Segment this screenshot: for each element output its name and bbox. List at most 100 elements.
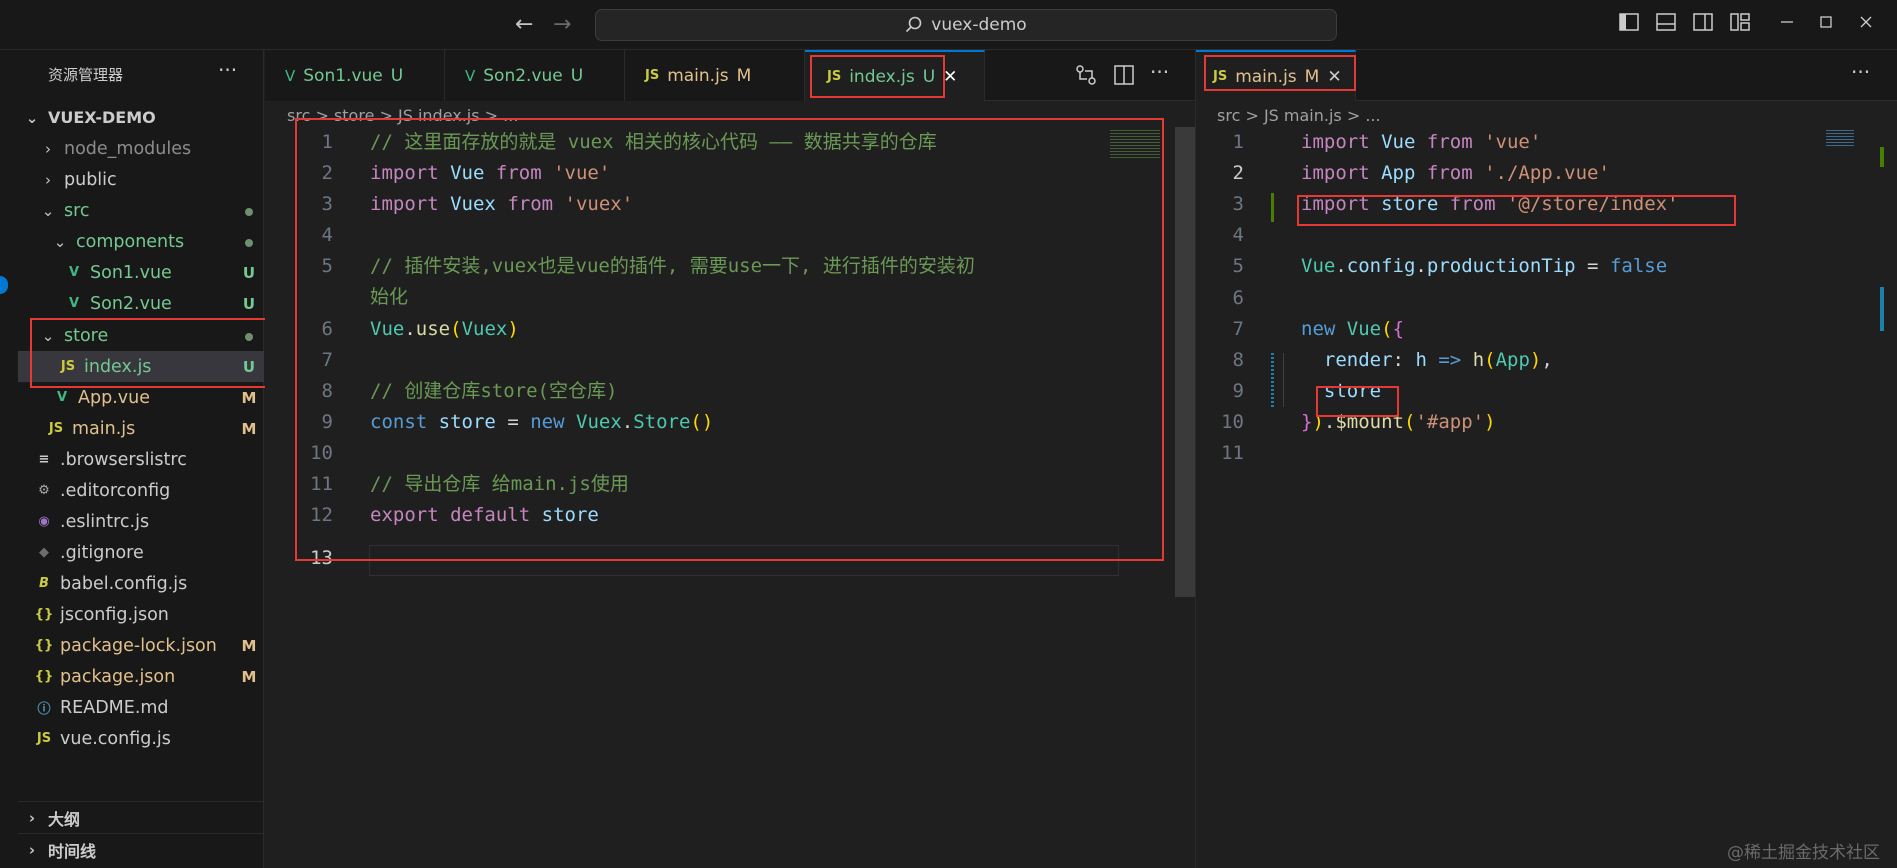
code-line-1: import Vue from 'vue'	[1301, 131, 1542, 153]
babel-icon: B	[39, 576, 49, 591]
tree-item-vue-config[interactable]: JS vue.config.js	[18, 723, 264, 754]
command-center-search[interactable]: vuex-demo	[595, 9, 1337, 41]
tree-item-main-js[interactable]: JS main.js M	[18, 413, 264, 444]
more-actions-icon[interactable]: ···	[1851, 60, 1870, 84]
timeline-section[interactable]: › 时间线	[18, 834, 264, 865]
right-breadcrumb[interactable]: src > JS main.js > ...	[1217, 106, 1381, 125]
scrollbar-change-marker	[1880, 287, 1884, 331]
js-file-icon: JS	[645, 68, 660, 83]
chevron-down-icon: ⌄	[53, 232, 67, 251]
activity-badge-icon	[0, 276, 8, 294]
tree-item-son2-vue[interactable]: V Son2.vue U	[18, 288, 264, 319]
more-actions-icon[interactable]: ···	[218, 58, 237, 82]
tree-item-package-json[interactable]: {} package.json M	[18, 661, 264, 692]
open-changes-icon[interactable]	[1075, 64, 1097, 90]
tree-item-browserslistrc[interactable]: ≡ .browserslistrc	[18, 444, 264, 475]
tree-item-node-modules[interactable]: › node_modules	[18, 133, 264, 164]
chevron-right-icon: ›	[45, 139, 51, 158]
gear-icon: ⚙	[38, 483, 50, 498]
explorer-title: 资源管理器	[48, 66, 124, 84]
indent-guide	[1283, 353, 1284, 407]
tab-son2-vue[interactable]: V Son2.vue U	[445, 50, 625, 101]
search-text: vuex-demo	[931, 15, 1027, 35]
eslint-icon: ◉	[38, 514, 50, 529]
outline-section[interactable]: › 大纲	[18, 802, 264, 833]
tree-item-readme[interactable]: ⓘ README.md	[18, 692, 264, 723]
line-number: 4	[1232, 224, 1244, 246]
line-number: 3	[1232, 193, 1244, 215]
vue-file-icon: V	[285, 66, 296, 85]
highlight-index-js-code	[295, 118, 1164, 561]
line-number: 1	[1232, 131, 1244, 153]
line-number: 5	[1232, 255, 1244, 277]
tab-main-js[interactable]: JS main.js M	[625, 50, 805, 101]
modified-line-marker	[1271, 353, 1274, 407]
code-line-5: Vue.config.productionTip = false	[1301, 255, 1668, 277]
code-line-2: import App from './App.vue'	[1301, 162, 1610, 184]
vue-file-icon: V	[465, 66, 476, 85]
highlight-main-js-tab	[1204, 55, 1356, 91]
search-icon	[906, 16, 922, 33]
js-file-icon: JS	[48, 421, 64, 436]
tree-item-package-lock[interactable]: {} package-lock.json M	[18, 630, 264, 661]
line-number: 11	[1221, 442, 1244, 464]
line-number: 6	[1232, 287, 1244, 309]
highlight-index-js-tab	[810, 55, 945, 98]
vertical-scrollbar[interactable]	[1877, 127, 1897, 868]
tree-item-gitignore[interactable]: ◆ .gitignore	[18, 537, 264, 568]
json-file-icon: {}	[34, 669, 54, 684]
json-file-icon: {}	[34, 607, 54, 622]
maximize-icon[interactable]	[1815, 13, 1837, 35]
forward-arrow-icon[interactable]: →	[553, 12, 571, 37]
watermark: @稀土掘金技术社区	[1727, 843, 1880, 863]
toggle-secondary-sidebar-icon[interactable]	[1692, 13, 1714, 35]
vertical-scrollbar[interactable]	[1175, 127, 1195, 597]
toggle-panel-icon[interactable]	[1655, 13, 1677, 35]
modified-dot-icon	[245, 238, 253, 247]
tree-item-public[interactable]: › public	[18, 164, 264, 195]
close-window-icon[interactable]	[1855, 13, 1877, 35]
chevron-right-icon: ›	[28, 840, 36, 859]
highlight-store-folder	[30, 318, 267, 388]
code-line-7: new Vue({	[1301, 318, 1405, 340]
line-number: 9	[1232, 380, 1244, 402]
modified-dot-icon	[245, 207, 253, 216]
customize-layout-icon[interactable]	[1729, 13, 1751, 35]
activity-bar	[0, 50, 18, 868]
tree-item-babel-config[interactable]: Bbabel.config.js	[18, 568, 264, 599]
minimize-icon[interactable]	[1776, 13, 1798, 35]
toggle-primary-sidebar-icon[interactable]	[1618, 13, 1640, 35]
highlight-store-option	[1316, 386, 1399, 417]
tree-item-src[interactable]: ⌄ src	[18, 195, 264, 226]
vue-file-icon: V	[56, 390, 68, 405]
left-tab-bar: V Son1.vue U V Son2.vue U JS main.js M JS index…	[265, 50, 1195, 101]
list-file-icon: ≡	[38, 452, 50, 467]
line-number: 8	[1232, 349, 1244, 371]
more-actions-icon[interactable]: ···	[1150, 60, 1169, 84]
highlight-import-store	[1297, 195, 1736, 226]
code-line-8: render: h => h(App),	[1323, 349, 1553, 371]
tree-item-jsconfig[interactable]: {} jsconfig.json	[18, 599, 264, 630]
tab-son1-vue[interactable]: V Son1.vue U	[265, 50, 445, 101]
chevron-right-icon: ›	[28, 808, 36, 827]
project-root[interactable]: ⌄ VUEX-DEMO	[18, 102, 264, 133]
minimap[interactable]	[1826, 130, 1854, 148]
tree-item-son1-vue[interactable]: V Son1.vue U	[18, 257, 264, 288]
split-editor-icon[interactable]	[1113, 64, 1135, 90]
info-icon: ⓘ	[37, 702, 51, 717]
tree-item-components[interactable]: ⌄ components	[18, 226, 264, 257]
close-tab-icon[interactable]: ✕	[943, 67, 957, 87]
right-editor[interactable]: 1 2 3 4 5 6 7 8 9 10 11 import Vue from …	[1196, 127, 1897, 868]
vue-file-icon: V	[68, 265, 80, 280]
git-icon: ◆	[39, 545, 49, 560]
chevron-down-icon: ⌄	[41, 201, 55, 220]
tree-item-eslintrc[interactable]: ◉ .eslintrc.js	[18, 506, 264, 537]
project-name: VUEX-DEMO	[48, 108, 156, 127]
explorer-sidebar: 资源管理器 ··· ⌄ VUEX-DEMO › node_modules › publ…	[18, 50, 264, 868]
tree-item-editorconfig[interactable]: ⚙ .editorconfig	[18, 475, 264, 506]
scrollbar-change-marker	[1880, 147, 1884, 167]
line-number: 2	[1232, 162, 1244, 184]
title-bar: ← → vuex-demo	[0, 0, 1897, 50]
back-arrow-icon[interactable]: ←	[515, 12, 533, 37]
chevron-right-icon: ›	[45, 170, 51, 189]
